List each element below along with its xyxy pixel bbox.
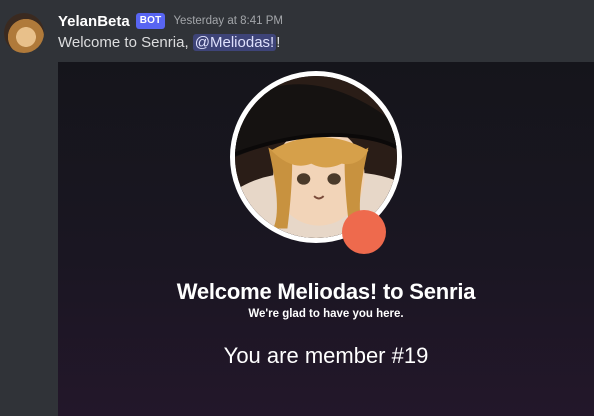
user-mention[interactable]: @Meliodas! [192,34,277,51]
message-timestamp[interactable]: Yesterday at 8:41 PM [173,15,283,27]
message-text-before: Welcome to Senria, [58,34,193,51]
author-name[interactable]: YelanBeta [58,13,130,30]
welcome-card-image[interactable]: Welcome Meliodas! to Senria We're glad t… [58,62,594,416]
card-title: Welcome Meliodas! to Senria [176,279,476,304]
message-text-after: ! [276,34,281,51]
message-text: Welcome to Senria, @Meliodas!! [58,34,280,51]
chat-message: YelanBeta BOT Yesterday at 8:41 PM Welco… [0,0,594,416]
member-count-text: You are member #19 [223,343,429,368]
card-subtitle: We're glad to have you here. [248,308,404,320]
message-header: YelanBeta BOT Yesterday at 8:41 PM [58,12,283,30]
status-dot [342,210,386,254]
author-avatar[interactable] [4,13,44,53]
bot-badge: BOT [135,13,166,29]
